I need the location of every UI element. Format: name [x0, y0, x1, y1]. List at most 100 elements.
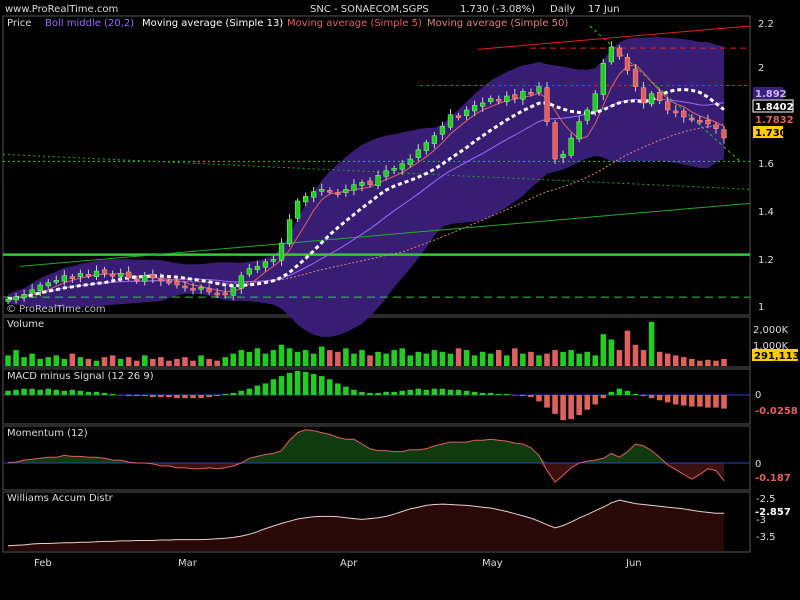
volume-bar: [479, 351, 486, 366]
instrument-title: SNC - SONAECOM,SGPS: [310, 4, 429, 15]
candle: [697, 120, 703, 123]
candle: [536, 86, 542, 93]
volume-bar: [697, 360, 703, 366]
macd-bar: [624, 390, 631, 395]
macd-bar: [471, 391, 478, 395]
copyright: © ProRealTime.com: [6, 304, 106, 315]
volume-bar: [713, 360, 719, 366]
candle: [294, 200, 301, 219]
macd-bar: [544, 395, 550, 408]
volume-bar: [125, 357, 132, 366]
volume-bar: [367, 355, 373, 366]
macd-bar: [600, 395, 607, 399]
candle: [520, 91, 526, 100]
volume-bar: [672, 355, 679, 366]
volume-bar: [262, 353, 269, 366]
volume-bar: [455, 348, 462, 366]
macd-bar: [206, 395, 212, 398]
macd-bar: [672, 395, 679, 405]
volume-bar: [471, 355, 478, 366]
legend-price: Price: [7, 18, 31, 29]
volume-bar: [222, 357, 228, 366]
macd-bar: [109, 393, 116, 395]
macd-bar: [560, 395, 566, 421]
volume-bar: [487, 353, 494, 366]
macd-bar: [13, 389, 19, 395]
candle: [5, 298, 11, 302]
candle: [439, 126, 446, 135]
site-link[interactable]: www.ProRealTime.com: [5, 4, 118, 15]
macd-bar: [689, 395, 695, 407]
macd-bar: [343, 386, 349, 395]
legend-sma13: Moving average (Simple 13): [142, 18, 283, 29]
volume-bar: [504, 355, 510, 366]
candle: [471, 105, 478, 112]
candle: [134, 278, 140, 282]
candle: [657, 92, 663, 101]
month-may: May: [482, 558, 503, 569]
macd-bar: [53, 389, 60, 395]
macd-title: MACD minus Signal (12 26 9): [7, 371, 154, 382]
macd-bar: [359, 391, 365, 395]
macd-bar: [536, 395, 542, 402]
candle: [262, 261, 269, 268]
volume-tick-2000k: 2,000K: [753, 325, 789, 336]
macd-bar: [214, 395, 220, 397]
macd-bar: [230, 392, 237, 395]
macd-bar: [576, 395, 582, 415]
candle: [423, 142, 429, 151]
volume-bar: [53, 355, 60, 366]
candle: [303, 196, 309, 203]
volume-bar: [21, 357, 27, 366]
volume-bar: [632, 344, 639, 366]
macd-bar: [246, 388, 253, 395]
momentum-tick-0: 0: [755, 459, 761, 470]
macd-bar: [29, 388, 35, 395]
macd-bar: [656, 395, 663, 401]
volume-bar: [495, 350, 502, 366]
macd-bar: [69, 389, 76, 395]
macd-value: -0.0258: [755, 406, 798, 417]
candle: [335, 192, 341, 195]
candle: [286, 219, 293, 245]
candle: [431, 135, 438, 144]
volume-bar: [29, 353, 35, 366]
macd-bar: [455, 389, 462, 395]
candle: [77, 273, 84, 277]
macd-bar: [85, 391, 92, 395]
macd-bar: [278, 376, 285, 395]
volume-bar: [431, 350, 438, 366]
volume-bar: [101, 357, 108, 366]
volume-bar: [117, 358, 124, 366]
volume-bar: [375, 351, 381, 366]
candle: [21, 294, 27, 298]
macd-bar: [125, 395, 132, 397]
candle: [480, 102, 486, 107]
macd-bar: [697, 395, 703, 407]
macd-bar: [294, 370, 301, 395]
macd-bar: [238, 390, 245, 395]
macd-bar: [286, 372, 293, 395]
volume-bar: [13, 350, 19, 366]
volume-bar: [463, 350, 470, 366]
macd-bar: [21, 388, 27, 395]
candle: [640, 87, 647, 104]
candle: [29, 289, 35, 294]
candle: [61, 275, 67, 282]
candle: [45, 282, 51, 287]
volume-bar: [214, 360, 220, 366]
volume-bar: [166, 360, 172, 366]
macd-bar: [552, 395, 558, 414]
volume-bar: [270, 350, 277, 366]
macd-bar: [616, 388, 623, 395]
month-feb: Feb: [34, 558, 52, 569]
volume-bar: [359, 350, 365, 366]
macd-bar: [415, 388, 422, 395]
macd-bar: [133, 395, 140, 397]
macd-bar: [520, 395, 526, 397]
candle: [246, 268, 252, 275]
volume-bar: [576, 353, 582, 366]
macd-bar: [166, 395, 172, 398]
candle: [592, 93, 598, 112]
macd-bar: [318, 376, 325, 395]
